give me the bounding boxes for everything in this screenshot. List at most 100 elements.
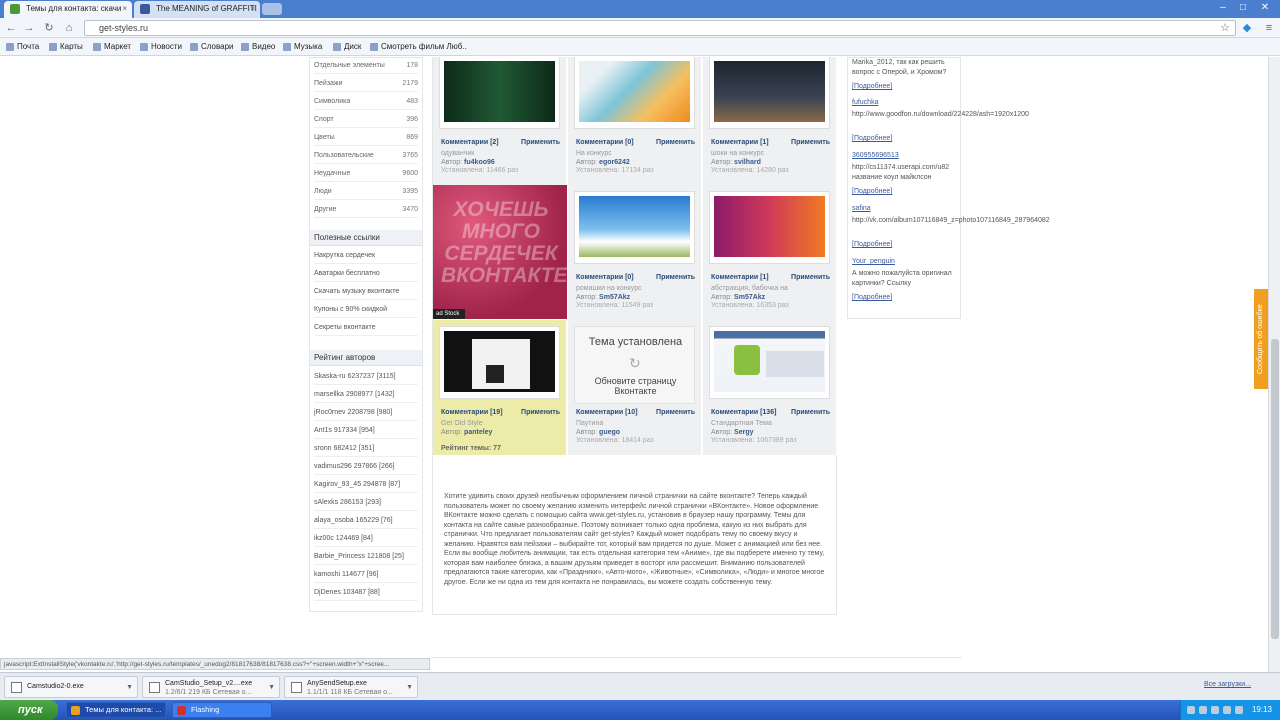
chevron-down-icon[interactable]: ▼ [126, 683, 133, 692]
comments-link[interactable]: Комментарии [19] [441, 409, 503, 416]
author-link[interactable]: kamoshi 114677 [96] [314, 567, 418, 583]
apply-button[interactable]: Применить [656, 139, 695, 146]
useful-link[interactable]: Секреты вконтакте [314, 320, 418, 336]
apply-button[interactable]: Применить [791, 409, 830, 416]
author-link[interactable]: sronn 682412 [351] [314, 441, 418, 457]
scrollbar-thumb[interactable] [1271, 339, 1279, 639]
category-item[interactable]: Символика 483 [314, 94, 418, 110]
more-link[interactable]: [Подробнее] [852, 134, 960, 144]
bookmark-mail[interactable]: Почта [6, 41, 39, 53]
useful-link[interactable]: Аватарки бесплатно [314, 266, 418, 282]
category-item[interactable]: Спорт 396 [314, 112, 418, 128]
author-link[interactable]: fu4koo96 [464, 159, 495, 166]
minimize-icon[interactable]: – [1214, 0, 1232, 16]
new-tab-button[interactable] [262, 3, 282, 15]
author-link[interactable]: panteley [464, 429, 492, 436]
chevron-down-icon[interactable]: ▼ [268, 683, 275, 692]
apply-button[interactable]: Применить [521, 409, 560, 416]
author-link[interactable]: marsellka 2908977 [1432] [314, 387, 418, 403]
download-item[interactable]: Camstudio2-0.exe ▼ [4, 676, 138, 698]
maximize-icon[interactable]: □ [1234, 0, 1252, 16]
comment-user[interactable]: 360955696513 [852, 151, 960, 161]
comments-link[interactable]: Комментарии [136] [711, 409, 776, 416]
close-tab-icon[interactable]: × [122, 1, 127, 17]
author-link[interactable]: alaya_osoba 165229 [76] [314, 513, 418, 529]
category-item[interactable]: Другие 3470 [314, 202, 418, 218]
download-item[interactable]: AnySendSetup.exe 1.1/1/1 118 КБ Сетевая … [284, 676, 418, 698]
hearts-ad-banner[interactable]: ХОЧЕШЬ МНОГО СЕРДЕЧЕК ВКОНТАКТЕ? ad Stoc… [433, 185, 567, 319]
comments-link[interactable]: Комментарии [1] [711, 139, 769, 146]
bookmark-dictionaries[interactable]: Словари [190, 41, 234, 53]
author-link[interactable]: Sergy [734, 429, 753, 436]
tab-graffiti[interactable]: The MEANING of GRAFFITI × [134, 1, 260, 18]
author-link[interactable]: Sm57Akz [599, 294, 630, 301]
reload-icon[interactable]: ↻ [42, 21, 56, 35]
theme-thumbnail[interactable] [709, 326, 830, 399]
bookmark-music[interactable]: Музыка [283, 41, 322, 53]
comment-user[interactable]: fufuchka [852, 98, 960, 108]
forward-icon[interactable]: → [22, 21, 36, 35]
more-link[interactable]: [Подробнее] [852, 187, 960, 197]
tray-icons[interactable] [1187, 706, 1245, 714]
feedback-tab[interactable]: Сообщить об ошибке [1254, 289, 1268, 389]
comments-link[interactable]: Комментарии [1] [711, 274, 769, 281]
author-link[interactable]: Ant1s 917334 [954] [314, 423, 418, 439]
comments-link[interactable]: Комментарии [10] [576, 409, 638, 416]
comment-user[interactable]: Your_penguin [852, 257, 960, 267]
home-icon[interactable]: ⌂ [62, 21, 76, 35]
chevron-down-icon[interactable]: ▼ [406, 683, 413, 692]
all-downloads-link[interactable]: Все загрузки... [1190, 681, 1251, 688]
more-link[interactable]: [Подробнее] [852, 240, 960, 250]
comment-user[interactable]: safina [852, 204, 960, 214]
apply-button[interactable]: Применить [791, 139, 830, 146]
more-link[interactable]: [Подробнее] [852, 293, 960, 303]
theme-thumbnail[interactable] [439, 57, 560, 129]
author-link[interactable]: Barbie_Princess 121808 [25] [314, 549, 418, 565]
apply-button[interactable]: Применить [656, 274, 695, 281]
category-item[interactable]: Цветы 869 [314, 130, 418, 146]
close-tab-icon[interactable]: × [250, 1, 255, 17]
tab-get-styles[interactable]: Темы для контакта: скачи × [4, 1, 132, 18]
apply-button[interactable]: Применить [656, 409, 695, 416]
author-link[interactable]: sAlexks 286153 [293] [314, 495, 418, 511]
category-item[interactable]: Пользовательские 3765 [314, 148, 418, 164]
bookmark-news[interactable]: Новости [140, 41, 182, 53]
author-link[interactable]: guego [599, 429, 620, 436]
apply-button[interactable]: Применить [791, 274, 830, 281]
download-item[interactable]: CamStudio_Setup_v2....exe 1.2/6/1 219 КБ… [142, 676, 280, 698]
apply-button[interactable]: Применить [521, 139, 560, 146]
author-link[interactable]: Kagirov_93_45 294878 [87] [314, 477, 418, 493]
back-icon[interactable]: ← [4, 21, 18, 35]
close-window-icon[interactable]: ✕ [1256, 0, 1274, 16]
taskbar-item-browser[interactable]: Темы для контакта: ... [66, 702, 166, 718]
category-item[interactable]: Пейзажи 2179 [314, 76, 418, 92]
category-item[interactable]: Неудачные 9600 [314, 166, 418, 182]
comments-link[interactable]: Комментарии [2] [441, 139, 499, 146]
bookmark-video[interactable]: Видео [241, 41, 275, 53]
wrench-icon[interactable]: ≡ [1262, 21, 1276, 35]
more-link[interactable]: [Подробнее] [852, 82, 960, 92]
bookmark-movie[interactable]: Смотреть фильм Люб.. [370, 41, 467, 53]
useful-link[interactable]: Накрутка сердечек [314, 248, 418, 264]
author-link[interactable]: DjDenes 103487 [88] [314, 585, 418, 601]
author-link[interactable]: ikz00c 124469 [84] [314, 531, 418, 547]
theme-thumbnail[interactable] [574, 57, 695, 129]
bookmark-maps[interactable]: Карты [49, 41, 83, 53]
start-button[interactable]: пуск [0, 700, 58, 720]
useful-link[interactable]: Купоны с 90% скидкой [314, 302, 418, 318]
category-item[interactable]: Люди 3395 [314, 184, 418, 200]
author-link[interactable]: svilhard [734, 159, 761, 166]
comments-link[interactable]: Комментарии [0] [576, 274, 634, 281]
extension-icon[interactable]: ◆ [1240, 21, 1254, 35]
author-link[interactable]: Sm57Akz [734, 294, 765, 301]
author-link[interactable]: vadimus296 297866 [266] [314, 459, 418, 475]
author-link[interactable]: jRoc0rnev 2208798 [980] [314, 405, 418, 421]
theme-thumbnail[interactable] [574, 191, 695, 264]
vertical-scrollbar[interactable] [1268, 57, 1280, 672]
star-icon[interactable]: ☆ [1218, 21, 1232, 35]
author-link[interactable]: Skaska-ru 6237237 [3115] [314, 369, 418, 385]
category-item[interactable]: Отдельные элементы 178 [314, 58, 418, 74]
comments-link[interactable]: Комментарии [0] [576, 139, 634, 146]
bookmark-market[interactable]: Маркет [93, 41, 131, 53]
bookmark-disk[interactable]: Диск [333, 41, 361, 53]
